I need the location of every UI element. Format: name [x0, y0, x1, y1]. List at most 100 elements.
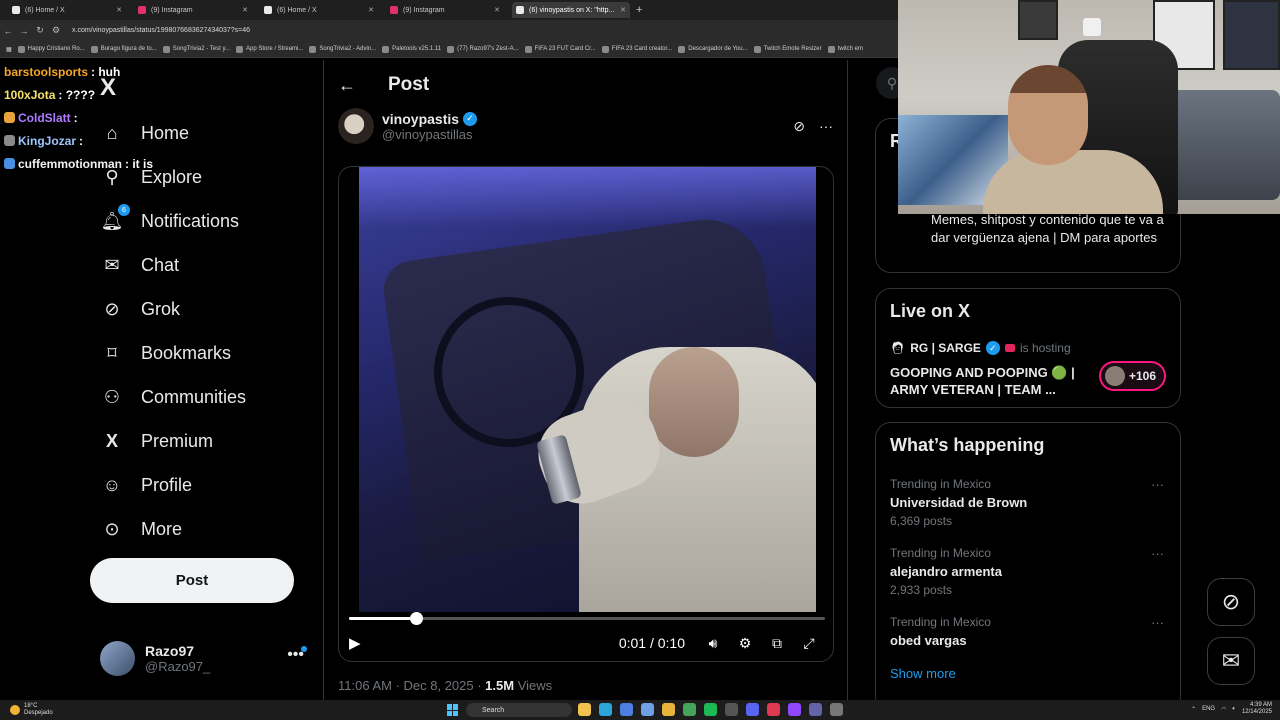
nav-item-chat[interactable]: ✉ Chat — [100, 243, 315, 287]
mail-icon: ✉ — [104, 254, 120, 275]
author-handle[interactable]: @vinoypastillas — [382, 127, 477, 142]
live-listener-count[interactable]: +106 — [1098, 361, 1166, 391]
video-frame[interactable] — [359, 167, 816, 612]
trend-post-count: 6,369 posts — [890, 514, 953, 528]
nav-item-more[interactable]: ⊙ More — [100, 507, 315, 551]
nav-item-bookmarks[interactable]: ⌑ Bookmarks — [100, 331, 315, 375]
bookmark-item[interactable]: Descargador de You... — [678, 45, 748, 53]
bookmark-item[interactable]: FIFA 23 Card creator... — [601, 45, 672, 53]
compose-post-button[interactable]: Post — [90, 558, 294, 603]
close-icon[interactable]: ✕ — [116, 6, 122, 14]
more-horizontal-icon[interactable]: ··· — [1151, 615, 1164, 630]
person-icon: ☺ — [102, 474, 122, 495]
volume-icon[interactable]: 🔈︎ — [1232, 706, 1236, 713]
settings-icon[interactable] — [830, 703, 843, 716]
bookmark-item[interactable]: SongTrivia2 - Advin... — [309, 45, 377, 53]
close-icon[interactable]: ✕ — [620, 6, 626, 14]
bookmark-item[interactable]: twitch em — [827, 45, 863, 53]
play-icon[interactable]: ▶ — [349, 634, 373, 652]
nav-item-premium[interactable]: X Premium — [100, 419, 315, 463]
close-icon[interactable]: ✕ — [494, 6, 500, 14]
teams-icon[interactable] — [809, 703, 822, 716]
author-name[interactable]: vinoypastis ✓ — [382, 111, 478, 127]
bookmark-item[interactable]: Twitch Emote Resizer — [753, 45, 822, 53]
site-info-icon[interactable]: ⚙ — [48, 25, 64, 36]
host-name: RG | SARGE — [910, 341, 981, 355]
new-tab-button[interactable]: + — [636, 4, 642, 16]
bookmark-label: SongTrivia2 - Advin... — [319, 46, 377, 52]
bookmark-item[interactable]: SongTrivia2 - Test y... — [162, 45, 230, 53]
discord-icon[interactable] — [746, 703, 759, 716]
nav-item-communities[interactable]: ⚇ Communities — [100, 375, 315, 419]
more-horizontal-icon[interactable]: ··· — [819, 118, 833, 134]
language-indicator[interactable]: ENG — [1202, 706, 1215, 712]
bookmark-item[interactable]: (77) Razo97's Zest-A... — [447, 45, 519, 53]
more-horizontal-icon[interactable]: ··· — [1151, 546, 1164, 561]
bookmark-item[interactable]: Paletools v25.1.11 — [382, 45, 441, 53]
twitch-icon[interactable] — [788, 703, 801, 716]
browser-tab[interactable]: (9) Instagram ✕ — [134, 2, 252, 18]
media-app-icon[interactable] — [767, 703, 780, 716]
fullscreen-icon[interactable]: ⤢ — [793, 635, 825, 652]
browser-tab[interactable]: (6) Home / X ✕ — [8, 2, 126, 18]
live-stream-title[interactable]: GOOPING AND POOPING 🟢 | ARMY VETERAN | T… — [890, 364, 1090, 398]
trend-location: Trending in Mexico — [890, 615, 991, 629]
url-field[interactable]: x.com/vinoypastillas/status/199807668362… — [72, 27, 900, 34]
more-horizontal-icon[interactable]: ··· — [1151, 477, 1164, 492]
close-icon[interactable]: ✕ — [242, 6, 248, 14]
mail-app-icon[interactable] — [641, 703, 654, 716]
picture-in-picture-icon[interactable]: ⧉ — [761, 635, 793, 652]
browser-tab-active[interactable]: (6) vinoypastis on X: "http... ✕ — [512, 2, 630, 18]
apps-grid-icon[interactable]: ▦ — [6, 46, 12, 53]
settings-gear-icon[interactable]: ⚙ — [729, 635, 761, 652]
live-host-row[interactable]: 🧑︎ RG | SARGE ✓ is hosting — [890, 341, 1071, 355]
windows-start-icon[interactable] — [447, 704, 459, 716]
taskbar-search[interactable]: Search — [466, 703, 572, 717]
author-avatar[interactable] — [338, 108, 374, 144]
edge-icon[interactable] — [599, 703, 612, 716]
browser-tab[interactable]: (9) Instagram ✕ — [386, 2, 504, 18]
messages-floating-button[interactable]: ✉ — [1207, 637, 1255, 685]
account-switcher[interactable]: Razo97 @Razo97_ ••• — [100, 638, 310, 678]
video-scrub-handle[interactable] — [409, 612, 423, 625]
video-player[interactable]: ▶ 0:01 / 0:10 🔊︎ ⚙ ⧉ ⤢ — [338, 166, 834, 662]
back-arrow-icon[interactable]: ← — [338, 75, 378, 96]
grok-icon: ⊘ — [1221, 589, 1241, 614]
close-icon[interactable]: ✕ — [368, 6, 374, 14]
primary-nav: ⌂ Home ⚲ Explore 🔔︎ 6 Notifications ✉ Chat ⊘ G… — [100, 111, 315, 551]
bookmark-item[interactable]: Happy Cristiano Ro... — [17, 45, 85, 53]
nav-item-grok[interactable]: ⊘ Grok — [100, 287, 315, 331]
grok-icon[interactable]: ⊘ — [793, 118, 805, 135]
page-title: Post — [388, 74, 430, 95]
wifi-icon[interactable]: ◠ — [1221, 706, 1226, 713]
file-explorer-icon[interactable] — [578, 703, 591, 716]
bookmark-item[interactable]: Burago figura de to... — [90, 45, 157, 53]
chrome-icon[interactable] — [662, 703, 675, 716]
back-arrow-icon[interactable]: ← — [0, 26, 16, 36]
views-label: Views — [517, 678, 553, 693]
weather-widget[interactable]: 18°C Despejado — [10, 703, 53, 717]
obs-icon[interactable] — [725, 703, 738, 716]
video-progress-bar[interactable] — [349, 612, 825, 625]
bookmark-item[interactable]: FIFA 23 FUT Card Cr... — [524, 45, 596, 53]
post-detail-column: ← Post vinoypastis ✓ @vinoypastillas ⊘ ··… — [323, 60, 848, 700]
bookmark-item[interactable]: App Store / Streami... — [236, 45, 303, 53]
forward-arrow-icon[interactable]: → — [16, 26, 32, 36]
chevron-up-icon[interactable]: ⌃ — [1191, 706, 1196, 713]
trend-item[interactable]: Trending in Mexico Universidad de Brown … — [890, 477, 1168, 528]
post-timestamp[interactable]: 11:06 AM · Dec 8, 2025 · — [338, 678, 485, 693]
reload-icon[interactable]: ↻ — [32, 25, 48, 36]
store-icon[interactable] — [620, 703, 633, 716]
nav-item-notifications[interactable]: 🔔︎ 6 Notifications — [100, 199, 315, 243]
nav-item-profile[interactable]: ☺ Profile — [100, 463, 315, 507]
chrome-icon[interactable] — [683, 703, 696, 716]
browser-tab[interactable]: (6) Home / X ✕ — [260, 2, 378, 18]
tab-label: (9) Instagram — [403, 6, 445, 14]
show-more-link[interactable]: Show more — [890, 666, 1168, 681]
trend-item[interactable]: Trending in Mexico obed vargas ··· — [890, 615, 1168, 648]
grok-floating-button[interactable]: ⊘ — [1207, 578, 1255, 626]
spotify-icon[interactable] — [704, 703, 717, 716]
trend-item[interactable]: Trending in Mexico alejandro armenta 2,9… — [890, 546, 1168, 597]
volume-icon[interactable]: 🔊︎ — [697, 635, 729, 652]
clock[interactable]: 4:39 AM 12/14/2025 — [1242, 702, 1272, 716]
